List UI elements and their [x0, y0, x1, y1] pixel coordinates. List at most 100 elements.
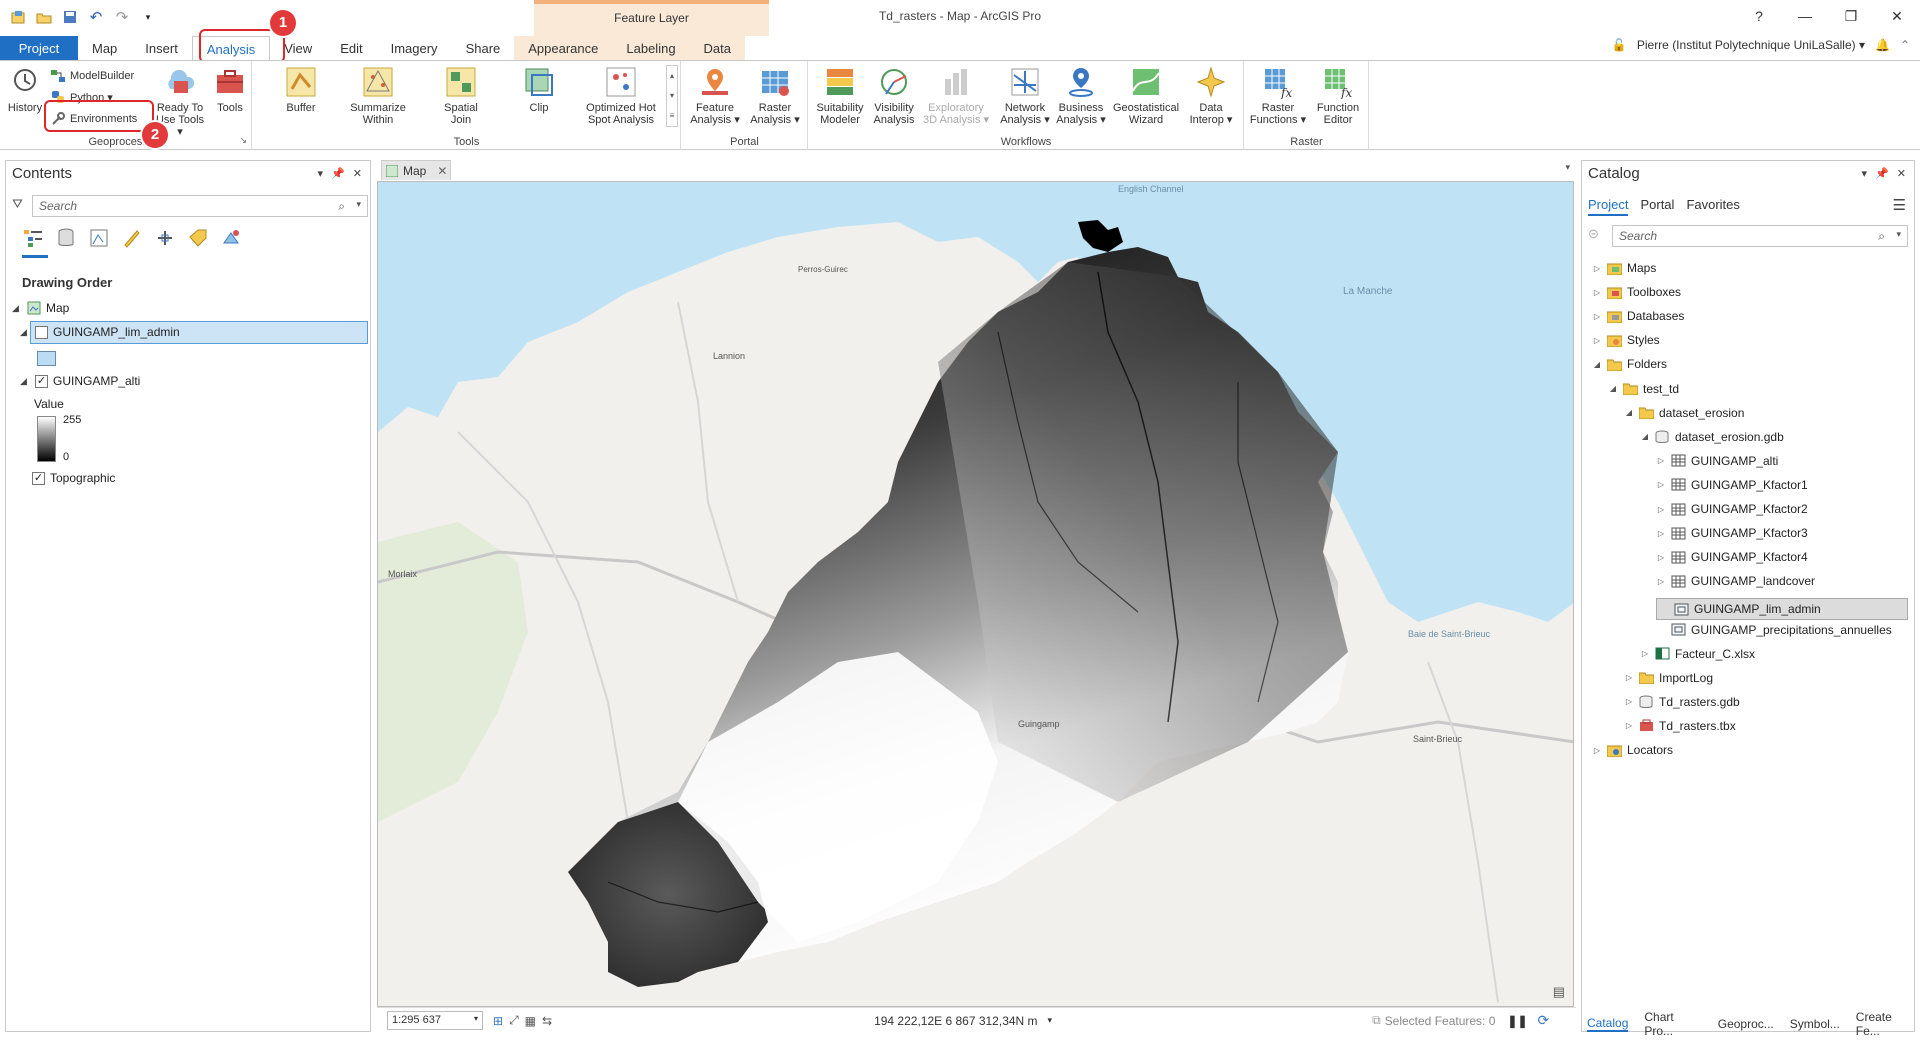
signed-in-user[interactable]: Pierre (Institut Polytechnique UniLaSall…	[1637, 38, 1865, 52]
refresh-icon[interactable]: ⟳	[1538, 1012, 1550, 1029]
dock-tab-catalog[interactable]: Catalog	[1587, 1016, 1629, 1032]
list-by-snapping-icon[interactable]	[154, 227, 176, 249]
filter-icon[interactable]: ⛛	[12, 196, 23, 212]
tab-project[interactable]: Project	[0, 36, 78, 60]
list-by-labeling-icon[interactable]	[187, 227, 209, 249]
tab-insert[interactable]: Insert	[131, 36, 192, 60]
dock-tab-geoprocessing[interactable]: Geoproc...	[1718, 1017, 1774, 1031]
grid-icon[interactable]: ▦	[525, 1014, 536, 1028]
map-svg[interactable]: English Channel La Manche Baie de Saint-…	[378, 182, 1574, 1007]
fixed-zoom-icon[interactable]: ⊞	[493, 1014, 503, 1028]
lim-admin-symbol-swatch[interactable]	[37, 351, 56, 366]
expand-icon[interactable]: ▷	[1592, 264, 1602, 273]
catalog-tab-portal[interactable]: Portal	[1640, 197, 1674, 216]
undo-button[interactable]: ↶	[86, 8, 106, 26]
expand-icon[interactable]: ▷	[1592, 746, 1602, 755]
catalog-item-toolboxes[interactable]: ▷ Toolboxes	[1592, 285, 1681, 299]
alti-visibility-checkbox[interactable]: ✓	[35, 374, 48, 388]
tab-labeling[interactable]: Labeling	[612, 36, 690, 60]
expand-icon[interactable]: ▷	[1656, 553, 1666, 562]
selected-features-count[interactable]: Selected Features: 0	[1385, 1014, 1496, 1028]
dock-tab-symbology[interactable]: Symbol...	[1790, 1017, 1840, 1031]
topographic-basemap-layer[interactable]: ✓ Topographic	[32, 471, 115, 485]
catalog-item-locators[interactable]: ▷ Locators	[1592, 743, 1673, 757]
pane-menu-icon[interactable]: ▾	[1862, 167, 1868, 180]
catalog-item-test-td[interactable]: ◢ test_td	[1608, 382, 1679, 396]
lim-admin-layer[interactable]: ◢ GUINGAMP_lim_admin	[20, 325, 180, 339]
selected-features-icon[interactable]: ⧉	[1372, 1013, 1381, 1028]
catalog-item-guingamp-kfactor1[interactable]: ▷ GUINGAMP_Kfactor1	[1656, 478, 1808, 492]
buffer-tool-button[interactable]: Buffer	[273, 65, 329, 114]
expand-icon[interactable]: ▷	[1656, 505, 1666, 514]
map-view-tab[interactable]: Map ✕	[381, 160, 451, 180]
pin-icon[interactable]: 📌	[1875, 167, 1889, 180]
clip-tool-button[interactable]: Clip	[511, 65, 567, 114]
collapse-icon[interactable]: ◢	[1624, 408, 1634, 417]
catalog-item-facteur-c-xlsx[interactable]: ▷ Facteur_C.xlsx	[1640, 647, 1755, 661]
collapse-icon[interactable]: ◢	[1592, 360, 1602, 369]
collapse-icon[interactable]: ◢	[12, 303, 22, 314]
scale-dropdown[interactable]: 1:295 637 ▾	[387, 1011, 483, 1030]
expand-icon[interactable]: ▷	[1656, 577, 1666, 586]
alti-layer[interactable]: ◢ ✓ GUINGAMP_alti	[20, 374, 140, 388]
raster-analysis-button[interactable]: Raster Analysis ▾	[746, 65, 804, 126]
gallery-scroll[interactable]: ▴ ▾ ≡	[666, 65, 678, 127]
chevron-down-icon[interactable]: ▾	[356, 199, 361, 210]
new-project-button[interactable]	[8, 8, 28, 26]
basemap-attribution-icon[interactable]: ▤	[1553, 984, 1565, 1000]
grayscale-ramp[interactable]	[37, 416, 56, 462]
optimized-hot-spot-button[interactable]: Optimized Hot Spot Analysis	[579, 65, 663, 126]
catalog-item-guingamp-kfactor4[interactable]: ▷ GUINGAMP_Kfactor4	[1656, 550, 1808, 564]
raster-functions-button[interactable]: fx Raster Functions ▾	[1247, 65, 1309, 126]
minimize-button[interactable]: —	[1782, 0, 1828, 32]
notification-bell-icon[interactable]: 🔔	[1875, 38, 1890, 52]
history-button[interactable]: History	[4, 65, 46, 114]
visibility-analysis-button[interactable]: Visibility Analysis	[867, 65, 921, 126]
catalog-item-folders[interactable]: ◢ Folders	[1592, 357, 1667, 371]
expand-icon[interactable]: ▷	[1592, 336, 1602, 345]
catalog-search-input[interactable]: Search ⌕ ▾	[1612, 225, 1908, 247]
expand-icon[interactable]: ▷	[1592, 288, 1602, 297]
close-pane-icon[interactable]: ✕	[1897, 167, 1906, 180]
catalog-item-styles[interactable]: ▷ Styles	[1592, 333, 1660, 347]
tab-share[interactable]: Share	[452, 36, 515, 60]
dialog-launcher-icon[interactable]: ↘	[239, 135, 247, 146]
pane-menu-icon[interactable]: ▾	[318, 167, 324, 180]
exploratory-3d-analysis-button[interactable]: Exploratory 3D Analysis ▾	[921, 65, 991, 126]
network-analysis-button[interactable]: Network Analysis ▾	[997, 65, 1053, 126]
function-editor-button[interactable]: fx Function Editor	[1309, 65, 1367, 126]
map-node[interactable]: ◢ Map	[12, 301, 69, 315]
catalog-tab-favorites[interactable]: Favorites	[1686, 197, 1739, 216]
list-by-perspective-icon[interactable]	[220, 227, 242, 249]
tab-imagery[interactable]: Imagery	[377, 36, 452, 60]
map-canvas[interactable]: English Channel La Manche Baie de Saint-…	[377, 181, 1574, 1007]
pause-drawing-icon[interactable]: ❚❚	[1507, 1014, 1527, 1028]
back-icon[interactable]: ⊝	[1588, 226, 1599, 242]
ribbon-collapse-icon[interactable]: ⌃	[1900, 38, 1910, 52]
business-analysis-button[interactable]: Business Analysis ▾	[1053, 65, 1109, 126]
catalog-item-importlog[interactable]: ▷ ImportLog	[1624, 671, 1713, 685]
data-interop-button[interactable]: Data Interop ▾	[1183, 65, 1239, 126]
modelbuilder-button[interactable]: ModelBuilder	[50, 68, 134, 84]
list-by-editing-icon[interactable]	[121, 227, 143, 249]
tools-button[interactable]: Tools	[210, 65, 250, 114]
list-by-selection-icon[interactable]	[88, 227, 110, 249]
expand-icon[interactable]: ▷	[1624, 721, 1634, 730]
redo-button[interactable]: ↷	[112, 8, 132, 26]
help-button[interactable]: ?	[1736, 0, 1782, 32]
spatial-join-button[interactable]: Spatial Join	[433, 65, 489, 126]
lim-admin-visibility-checkbox[interactable]	[35, 325, 48, 339]
zoom-extent-icon[interactable]: ⤢	[509, 1013, 519, 1028]
suitability-modeler-button[interactable]: Suitability Modeler	[811, 65, 869, 126]
catalog-item-guingamp-kfactor3[interactable]: ▷ GUINGAMP_Kfactor3	[1656, 526, 1808, 540]
map-tab-menu-icon[interactable]: ▾	[1565, 162, 1570, 173]
dock-tab-create-features[interactable]: Create Fe...	[1856, 1010, 1915, 1038]
close-tab-icon[interactable]: ✕	[437, 164, 447, 178]
catalog-item-td-rasters-gdb[interactable]: ▷ Td_rasters.gdb	[1624, 695, 1740, 709]
restore-button[interactable]: ❐	[1828, 0, 1874, 32]
collapse-icon[interactable]: ◢	[20, 376, 30, 387]
navigate-icon[interactable]: ⇆	[542, 1014, 552, 1028]
catalog-item-maps[interactable]: ▷ Maps	[1592, 261, 1656, 275]
customize-qat-button[interactable]: ▾	[138, 8, 158, 26]
catalog-item-guingamp-kfactor2[interactable]: ▷ GUINGAMP_Kfactor2	[1656, 502, 1808, 516]
